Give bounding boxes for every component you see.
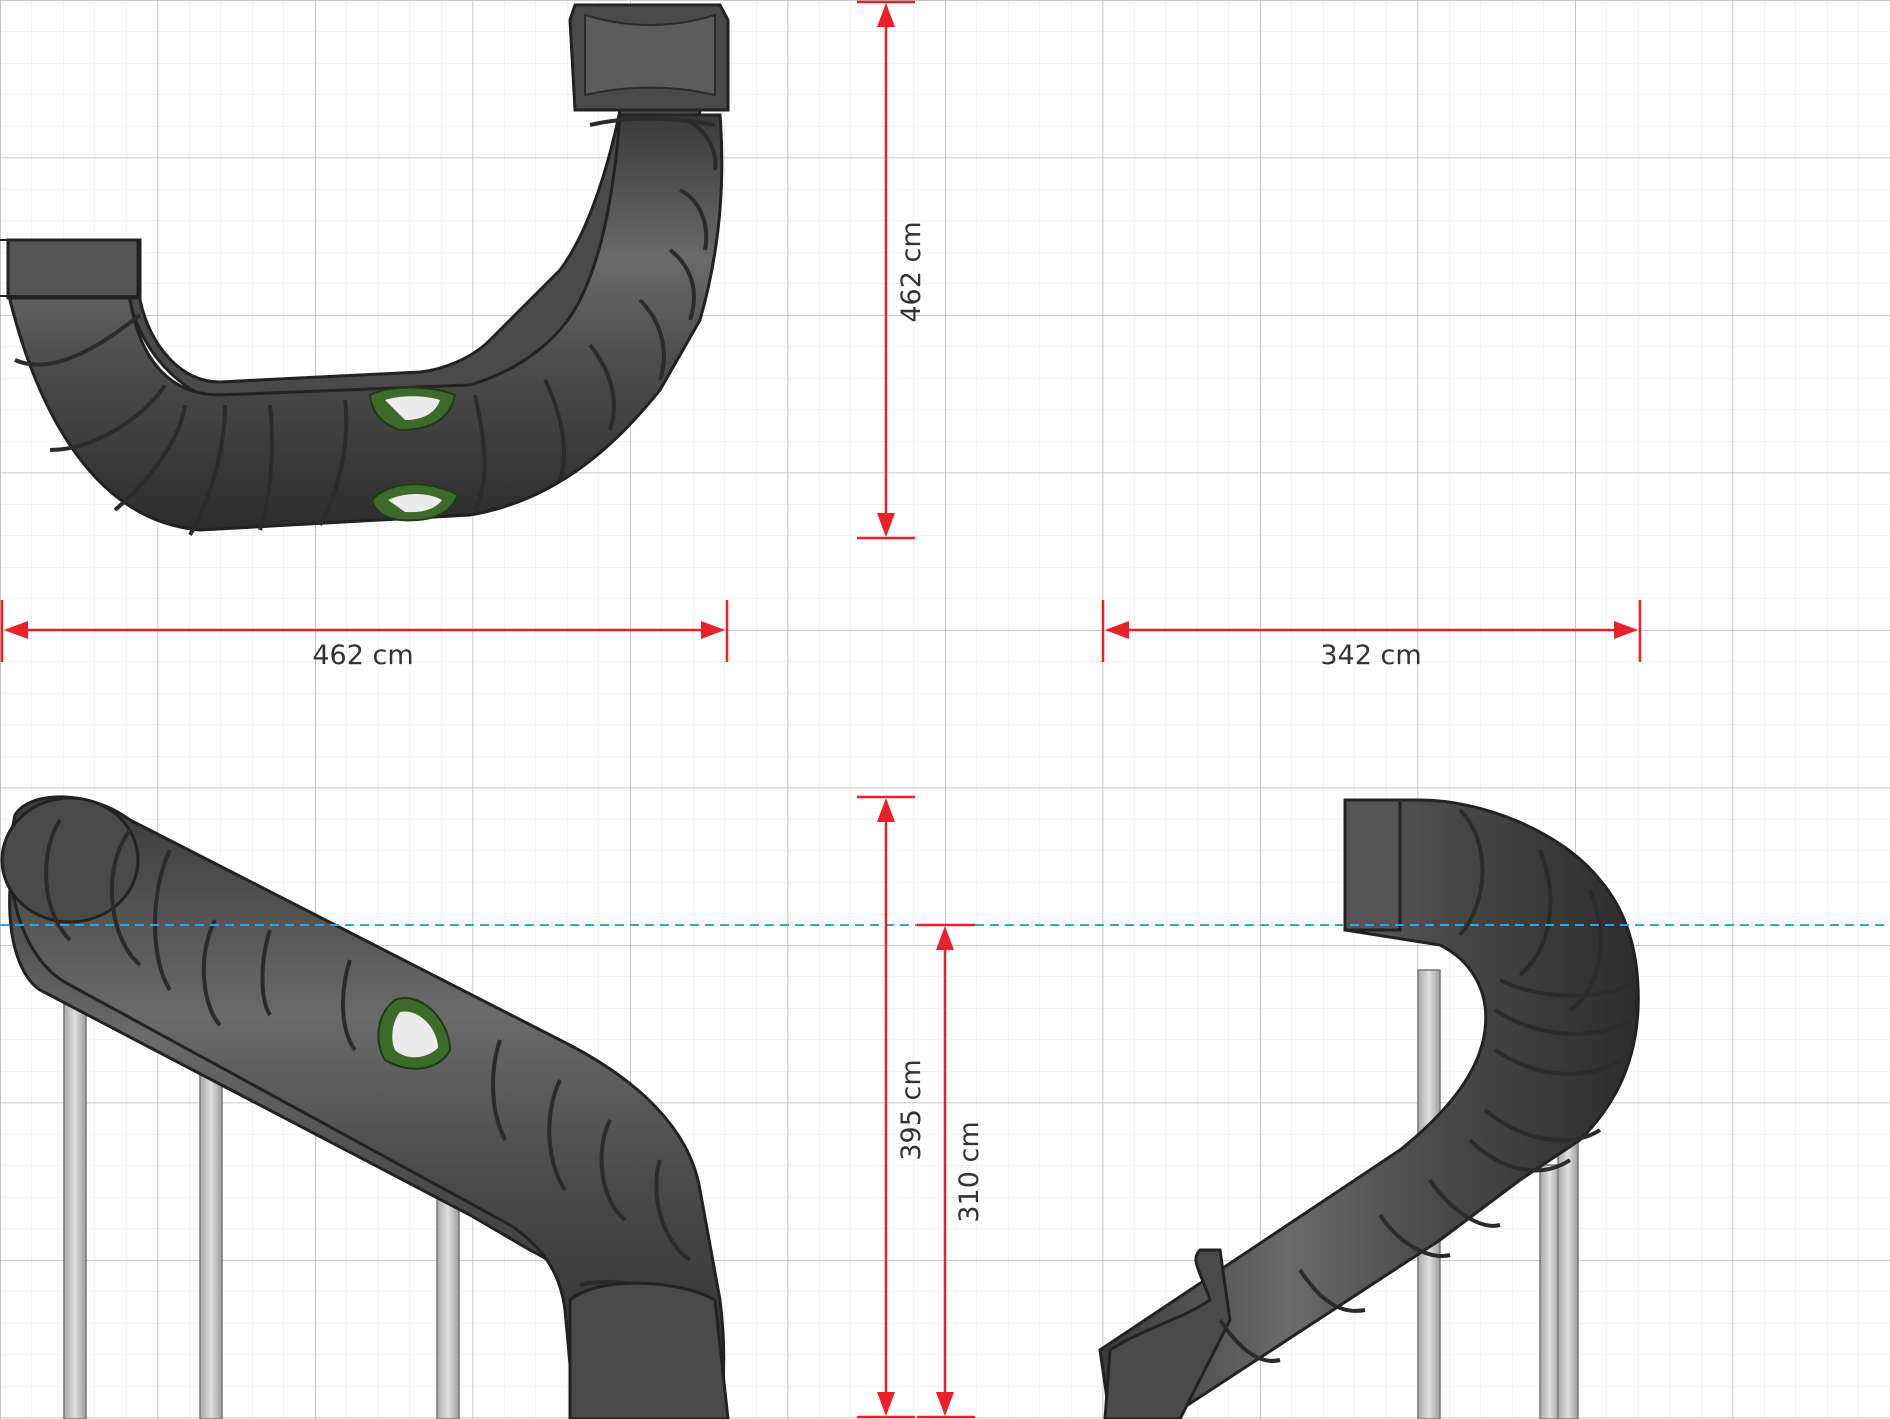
front-post-3 <box>436 1184 460 1419</box>
label-total-height: 395 cm <box>896 1059 927 1160</box>
side-post-2 <box>1539 1164 1561 1419</box>
label-side-width: 342 cm <box>1320 640 1421 671</box>
top-view-left-collar <box>6 238 140 300</box>
label-slide-height: 310 cm <box>954 1121 985 1222</box>
front-post-1 <box>63 969 87 1419</box>
front-post-2 <box>199 1074 223 1419</box>
label-top-width: 462 cm <box>312 640 413 671</box>
side-view-entry-collar <box>1343 798 1402 932</box>
label-top-height: 462 cm <box>896 221 927 322</box>
technical-drawing: 462 cm 462 cm 342 cm 395 cm 310 cm <box>0 0 1890 1419</box>
